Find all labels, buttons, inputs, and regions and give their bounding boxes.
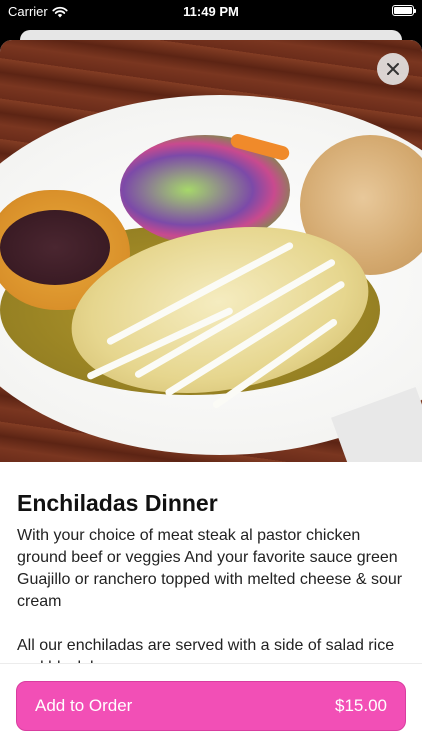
battery-icon: [392, 5, 416, 16]
black-beans: [0, 210, 110, 285]
add-to-order-label: Add to Order: [35, 696, 133, 715]
item-detail-sheet: Enchiladas Dinner With your choice of me…: [0, 40, 422, 750]
item-content: Enchiladas Dinner With your choice of me…: [0, 462, 422, 665]
item-photo: [0, 40, 422, 462]
item-title: Enchiladas Dinner: [17, 490, 218, 516]
item-description: With your choice of meat steak al pastor…: [17, 527, 403, 665]
status-time: 11:49 PM: [183, 4, 239, 19]
close-button[interactable]: [377, 53, 409, 85]
status-bar: Carrier 11:49 PM: [0, 0, 422, 24]
order-footer: Add to Order $15.00: [0, 663, 422, 750]
add-to-order-button[interactable]: Add to Order $15.00: [16, 681, 406, 731]
item-price: $15.00: [335, 696, 387, 715]
close-icon: [387, 63, 399, 75]
